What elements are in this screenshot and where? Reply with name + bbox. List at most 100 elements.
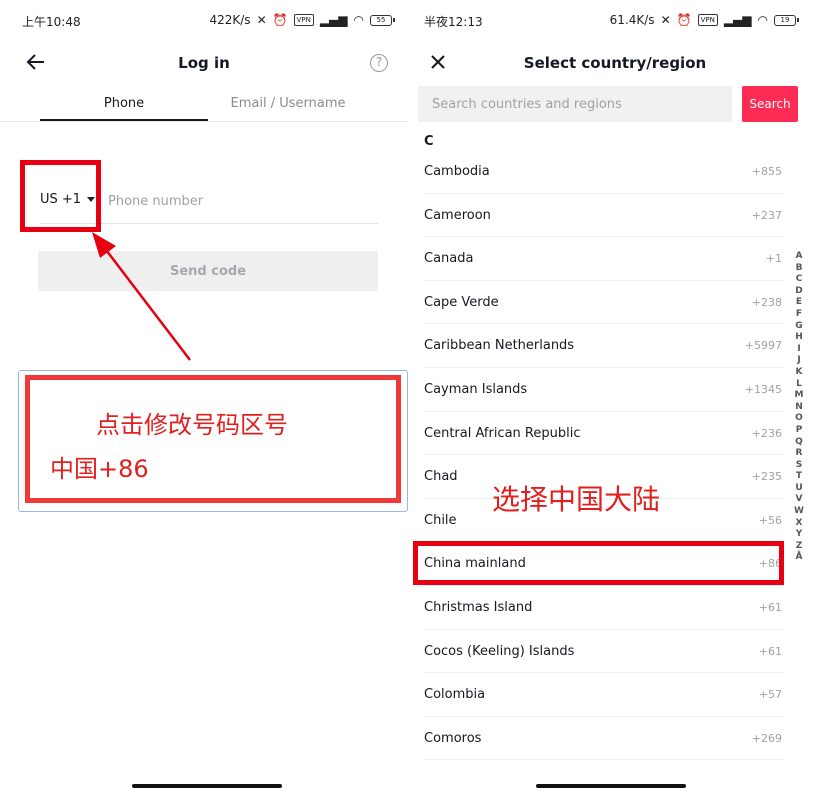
wifi-icon: ◠ bbox=[757, 13, 768, 27]
country-dial-code: +56 bbox=[758, 513, 782, 527]
home-indicator[interactable] bbox=[536, 784, 686, 788]
alphabet-index-letter[interactable]: P bbox=[792, 425, 806, 437]
alphabet-index-letter[interactable]: Å bbox=[792, 552, 806, 564]
country-row[interactable]: Canada +1 bbox=[424, 237, 784, 281]
page-title: Select country/region bbox=[523, 54, 707, 72]
alphabet-index-letter[interactable]: V bbox=[792, 494, 806, 506]
country-dial-code: +5997 bbox=[744, 339, 782, 353]
country-dial-code: +1 bbox=[765, 252, 782, 266]
alphabet-index-letter[interactable]: W bbox=[792, 506, 806, 518]
alphabet-index-letter[interactable]: U bbox=[792, 483, 806, 495]
alphabet-index-letter[interactable]: G bbox=[792, 321, 806, 333]
country-name: Comoros bbox=[424, 730, 482, 746]
vpn-icon: VPN bbox=[697, 14, 718, 26]
country-dial-code: +238 bbox=[751, 295, 782, 309]
country-name: Cambodia bbox=[424, 164, 490, 179]
signal-icon: ▂▄▆ bbox=[723, 13, 752, 27]
country-code-highlight-box bbox=[20, 160, 101, 232]
vpn-icon: VPN bbox=[293, 14, 314, 26]
alphabet-index-letter[interactable]: Z bbox=[792, 541, 806, 553]
country-row[interactable]: Comoros +269 bbox=[424, 717, 784, 761]
alphabet-index-letter[interactable]: X bbox=[792, 518, 806, 530]
alphabet-index-letter[interactable]: L bbox=[792, 379, 806, 391]
country-name: Cape Verde bbox=[424, 294, 499, 310]
country-name: Chad bbox=[424, 469, 458, 485]
country-row[interactable]: Cameroon +237 bbox=[424, 194, 784, 238]
alphabet-index-letter[interactable]: N bbox=[792, 402, 806, 414]
country-name: Colombia bbox=[424, 687, 486, 703]
alphabet-index[interactable]: ABCDEFGHIJKLMNOPQRSTUVWXYZÅ bbox=[792, 251, 806, 564]
alphabet-index-letter[interactable]: H bbox=[792, 332, 806, 344]
country-search-input[interactable] bbox=[418, 86, 732, 122]
alphabet-index-letter[interactable]: E bbox=[792, 297, 806, 309]
battery-icon: 19 bbox=[774, 14, 799, 26]
status-icons: 422K/s ✕ ⏰ VPN ▂▄▆ ◠ 55 bbox=[209, 13, 395, 27]
country-name: Chile bbox=[424, 512, 457, 528]
china-mainland-highlight-box bbox=[413, 541, 784, 585]
country-dial-code: +61 bbox=[758, 600, 782, 614]
alphabet-index-letter[interactable]: A bbox=[792, 251, 806, 263]
country-dial-code: +269 bbox=[751, 731, 782, 745]
login-tabs: Phone Email / Username bbox=[0, 86, 408, 122]
country-dial-code: +236 bbox=[751, 426, 782, 440]
alphabet-index-letter[interactable]: F bbox=[792, 309, 806, 321]
alphabet-index-letter[interactable]: C bbox=[792, 274, 806, 286]
signal-icon: ▂▄▆ bbox=[319, 13, 348, 27]
country-dial-code: +57 bbox=[758, 688, 782, 702]
phone-number-input[interactable] bbox=[108, 188, 368, 214]
status-bar: 上午10:48 422K/s ✕ ⏰ VPN ▂▄▆ ◠ 55 bbox=[0, 0, 408, 44]
status-icons: 61.4K/s ✕ ⏰ VPN ▂▄▆ ◠ 19 bbox=[610, 13, 799, 27]
alphabet-index-letter[interactable]: Y bbox=[792, 529, 806, 541]
annotation-text-line2: 中国+86 bbox=[50, 455, 149, 483]
country-name: Central African Republic bbox=[424, 425, 581, 441]
country-name: Canada bbox=[424, 251, 474, 267]
country-name: Cocos (Keeling) Islands bbox=[424, 643, 575, 659]
alphabet-index-letter[interactable]: K bbox=[792, 367, 806, 379]
login-screen: 上午10:48 422K/s ✕ ⏰ VPN ▂▄▆ ◠ 55 Log in ?… bbox=[0, 0, 408, 800]
country-row[interactable]: Cayman Islands +1345 bbox=[424, 368, 784, 412]
alphabet-index-letter[interactable]: S bbox=[792, 460, 806, 472]
country-row[interactable]: Christmas Island +61 bbox=[424, 586, 784, 630]
alphabet-index-letter[interactable]: M bbox=[792, 390, 806, 402]
annotation-text: 选择中国大陆 bbox=[492, 483, 661, 516]
alphabet-index-letter[interactable]: R bbox=[792, 448, 806, 460]
annotation-text-line1: 点击修改号码区号 bbox=[96, 411, 288, 439]
tab-phone[interactable]: Phone bbox=[40, 96, 208, 111]
alarm-icon: ⏰ bbox=[676, 13, 692, 27]
annotation-arrow-icon bbox=[92, 232, 191, 361]
alphabet-index-letter[interactable]: B bbox=[792, 263, 806, 275]
country-dial-code: +237 bbox=[751, 208, 782, 222]
page-title: Log in bbox=[178, 54, 230, 72]
section-letter: C bbox=[424, 134, 434, 149]
country-row[interactable]: Colombia +57 bbox=[424, 673, 784, 717]
alphabet-index-letter[interactable]: D bbox=[792, 286, 806, 298]
alphabet-index-letter[interactable]: J bbox=[792, 355, 806, 367]
country-select-screen: 半夜12:13 61.4K/s ✕ ⏰ VPN ▂▄▆ ◠ 19 Select … bbox=[410, 0, 816, 800]
active-tab-indicator bbox=[40, 119, 208, 121]
home-indicator[interactable] bbox=[132, 784, 282, 788]
alphabet-index-letter[interactable]: O bbox=[792, 413, 806, 425]
mute-icon: ✕ bbox=[256, 13, 267, 27]
battery-icon: 55 bbox=[370, 14, 395, 26]
alphabet-index-letter[interactable]: Q bbox=[792, 437, 806, 449]
alphabet-index-letter[interactable]: I bbox=[792, 344, 806, 356]
tab-email-username[interactable]: Email / Username bbox=[208, 96, 368, 111]
mute-icon: ✕ bbox=[660, 13, 671, 27]
country-row[interactable]: Caribbean Netherlands +5997 bbox=[424, 324, 784, 368]
help-icon[interactable]: ? bbox=[370, 54, 388, 72]
country-dial-code: +1345 bbox=[744, 382, 782, 396]
alphabet-index-letter[interactable]: T bbox=[792, 471, 806, 483]
country-name: Cayman Islands bbox=[424, 381, 528, 397]
search-button[interactable]: Search bbox=[742, 86, 798, 122]
country-row[interactable]: Central African Republic +236 bbox=[424, 412, 784, 456]
country-row[interactable]: Cocos (Keeling) Islands +61 bbox=[424, 630, 784, 674]
country-list: Cambodia +855 Cameroon +237 Canada +1 Cape Ver… bbox=[424, 150, 784, 761]
country-row[interactable]: Cape Verde +238 bbox=[424, 281, 784, 325]
status-bar: 半夜12:13 61.4K/s ✕ ⏰ VPN ▂▄▆ ◠ 19 bbox=[410, 0, 816, 44]
status-time: 上午10:48 bbox=[22, 15, 81, 29]
country-row[interactable]: Cambodia +855 bbox=[424, 150, 784, 194]
alarm-icon: ⏰ bbox=[272, 13, 288, 27]
status-time: 半夜12:13 bbox=[424, 15, 483, 29]
country-dial-code: +235 bbox=[751, 470, 782, 484]
country-dial-code: +61 bbox=[758, 644, 782, 658]
